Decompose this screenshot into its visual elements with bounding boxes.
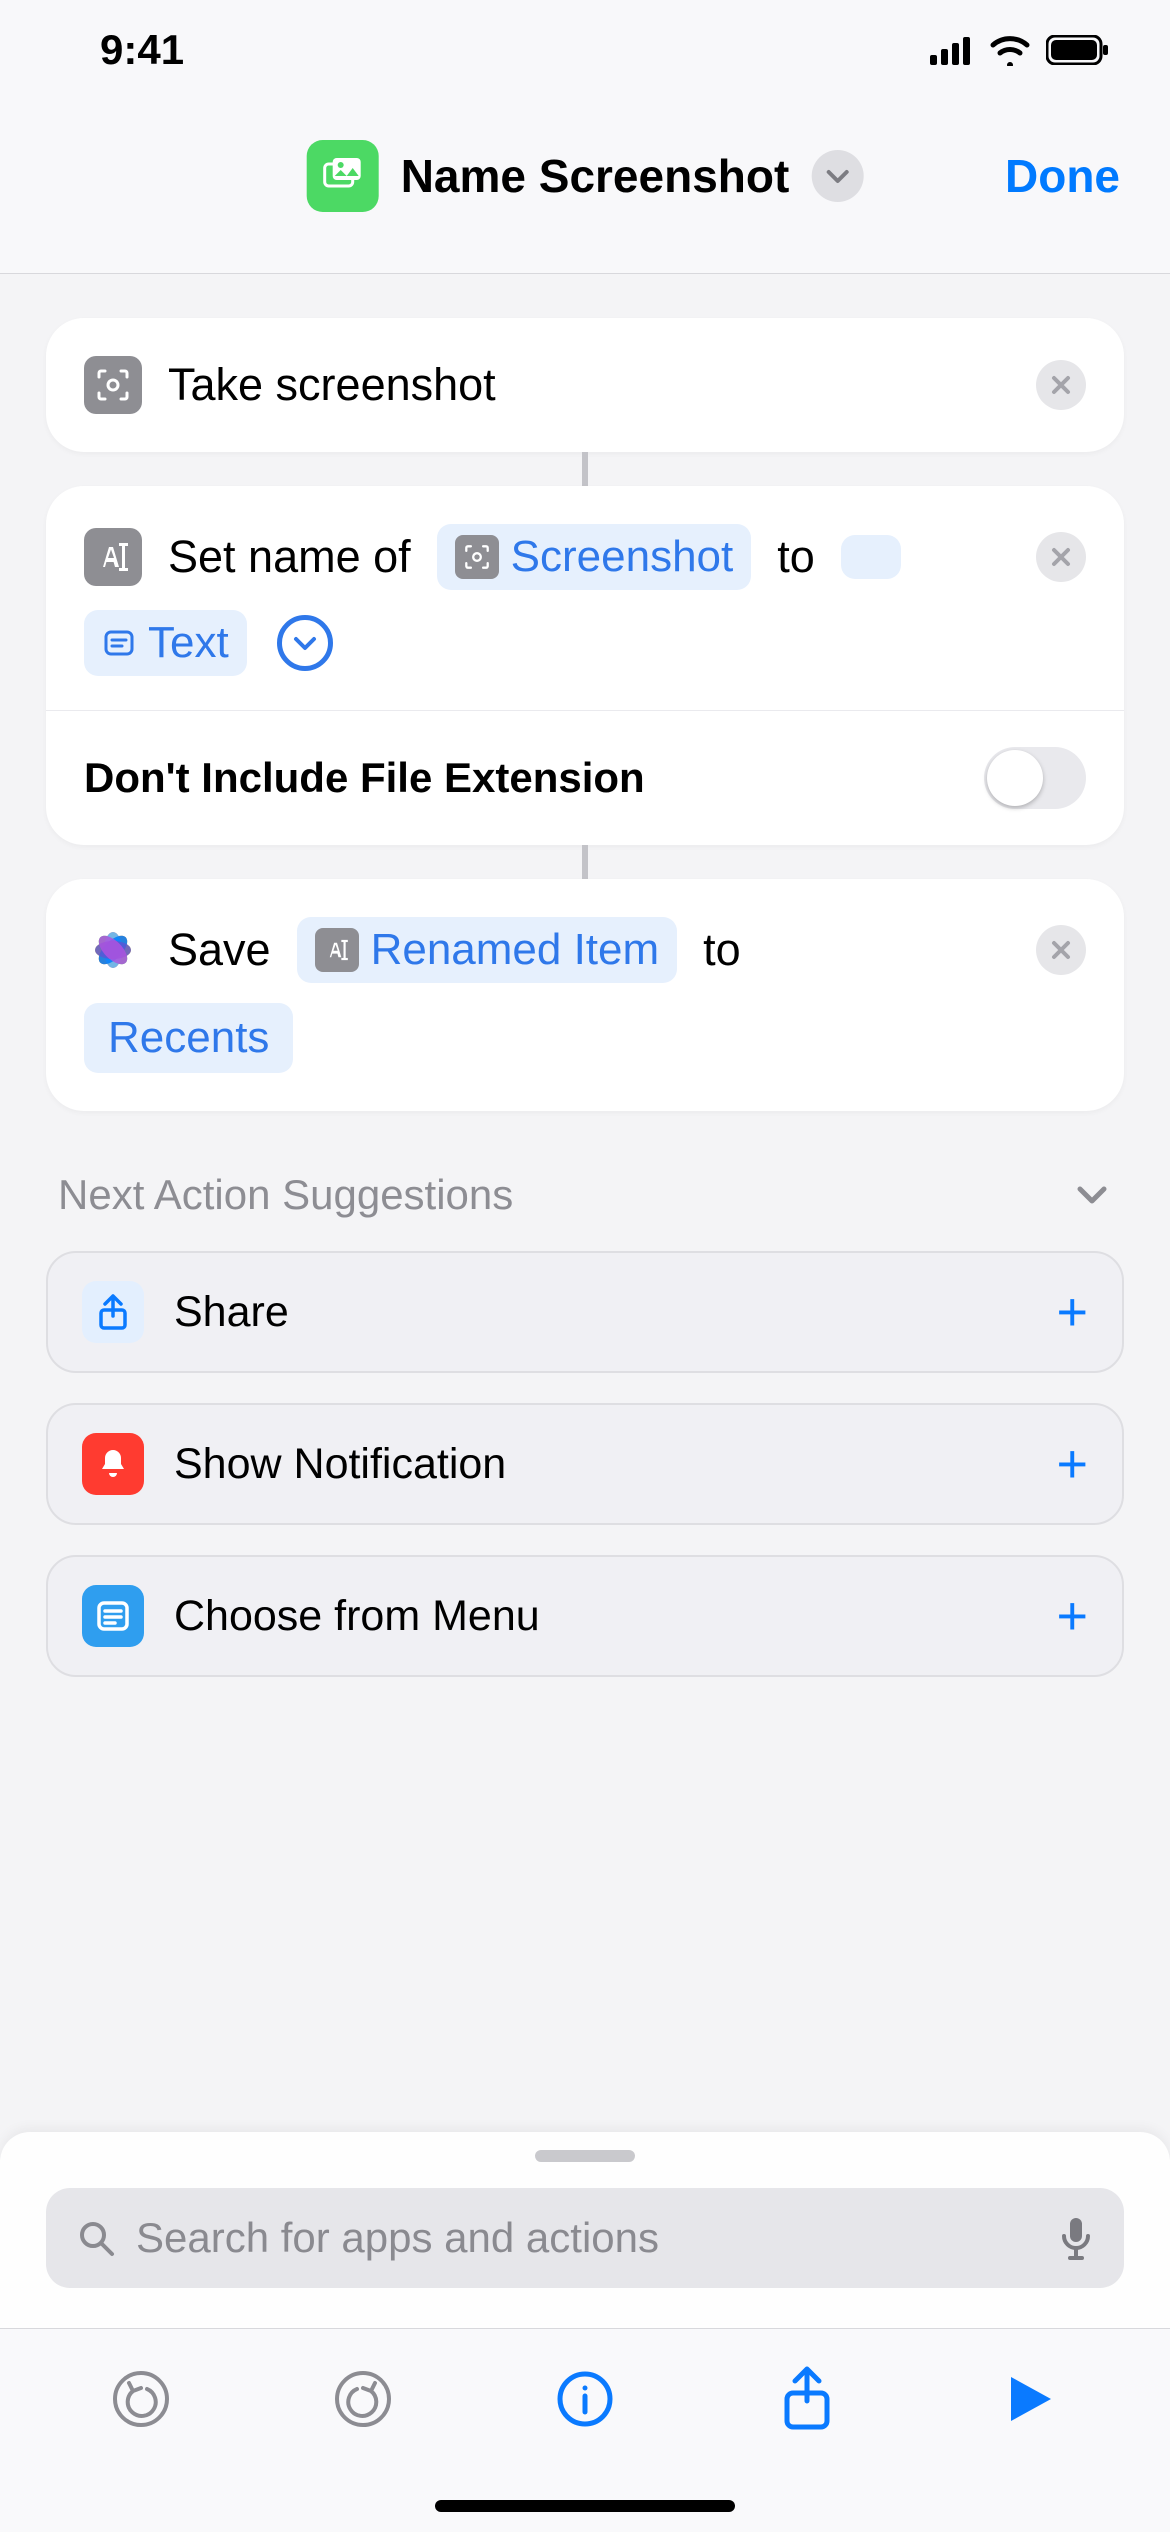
status-icons <box>930 34 1110 66</box>
action-mid: to <box>703 924 741 976</box>
suggestion-label: Share <box>174 1288 289 1337</box>
grabber[interactable] <box>535 2150 635 2162</box>
done-button[interactable]: Done <box>1005 149 1120 203</box>
info-button[interactable] <box>549 2363 621 2435</box>
header: Name Screenshot Done <box>0 100 1170 274</box>
suggestions-title: Next Action Suggestions <box>58 1171 513 1219</box>
notification-icon <box>82 1433 144 1495</box>
action-prefix: Set name of <box>168 531 411 583</box>
suggestion-label: Show Notification <box>174 1440 506 1489</box>
shortcut-title-group[interactable]: Name Screenshot <box>307 140 864 212</box>
connector <box>582 452 588 486</box>
connector <box>582 845 588 879</box>
status-bar: 9:41 <box>0 0 1170 100</box>
token-label: Screenshot <box>511 532 734 582</box>
add-suggestion-button[interactable]: + <box>1056 1281 1088 1343</box>
undo-button[interactable] <box>105 2363 177 2435</box>
remove-action-button[interactable] <box>1036 925 1086 975</box>
suggestion-label: Choose from Menu <box>174 1592 540 1641</box>
chevron-down-icon <box>1072 1175 1112 1215</box>
share-icon <box>82 1281 144 1343</box>
album-token[interactable]: Recents <box>84 1003 293 1073</box>
action-save-to-photos[interactable]: Save Renamed Item to Recents <box>46 879 1124 1111</box>
token-label: Text <box>148 618 229 668</box>
redo-button[interactable] <box>327 2363 399 2435</box>
suggestions-list: Share + Show Notification + Choose from … <box>0 1251 1170 1677</box>
home-indicator <box>435 2500 735 2512</box>
suggestion-share[interactable]: Share + <box>46 1251 1124 1373</box>
mic-icon[interactable] <box>1058 2216 1094 2260</box>
shortcut-title-text: Name Screenshot <box>401 149 790 203</box>
chevron-down-icon[interactable] <box>811 150 863 202</box>
status-time: 9:41 <box>100 26 184 74</box>
battery-icon <box>1046 35 1110 65</box>
suggestions-header[interactable]: Next Action Suggestions <box>0 1111 1170 1251</box>
input-variable-token[interactable]: Screenshot <box>437 524 752 590</box>
cellular-icon <box>930 35 974 65</box>
run-button[interactable] <box>993 2363 1065 2435</box>
token-label: Renamed Item <box>371 925 660 975</box>
share-button[interactable] <box>771 2363 843 2435</box>
action-set-name[interactable]: Set name of Screenshot to Text Do <box>46 486 1124 845</box>
search-panel[interactable]: Search for apps and actions <box>0 2132 1170 2328</box>
action-mid: to <box>777 531 815 583</box>
suggestion-choose-from-menu[interactable]: Choose from Menu + <box>46 1555 1124 1677</box>
option-label: Don't Include File Extension <box>84 754 645 802</box>
suggestion-show-notification[interactable]: Show Notification + <box>46 1403 1124 1525</box>
option-row: Don't Include File Extension <box>46 710 1124 845</box>
wifi-icon <box>988 34 1032 66</box>
menu-list-icon <box>82 1585 144 1647</box>
screenshot-icon <box>455 535 499 579</box>
expand-options-button[interactable] <box>277 615 333 671</box>
input-variable-token[interactable]: Renamed Item <box>297 917 678 983</box>
add-suggestion-button[interactable]: + <box>1056 1433 1088 1495</box>
action-take-screenshot[interactable]: Take screenshot <box>46 318 1124 452</box>
text-variable-token[interactable]: Text <box>84 610 247 676</box>
shortcut-icon <box>307 140 379 212</box>
remove-action-button[interactable] <box>1036 532 1086 582</box>
file-extension-toggle[interactable] <box>984 747 1086 809</box>
text-token-icon <box>102 626 136 660</box>
text-rename-icon <box>84 528 142 586</box>
action-label: Take screenshot <box>168 359 496 411</box>
search-input[interactable]: Search for apps and actions <box>46 2188 1124 2288</box>
name-value-field[interactable] <box>841 535 901 579</box>
search-placeholder: Search for apps and actions <box>136 2214 1038 2262</box>
toolbar <box>0 2328 1170 2532</box>
photos-app-icon <box>84 921 142 979</box>
search-icon <box>76 2218 116 2258</box>
remove-action-button[interactable] <box>1036 360 1086 410</box>
action-prefix: Save <box>168 924 271 976</box>
add-suggestion-button[interactable]: + <box>1056 1585 1088 1647</box>
actions-list: Take screenshot Set name of Screenshot t… <box>0 274 1170 1111</box>
token-label: Recents <box>108 1013 269 1063</box>
text-rename-icon <box>315 928 359 972</box>
screenshot-icon <box>84 356 142 414</box>
